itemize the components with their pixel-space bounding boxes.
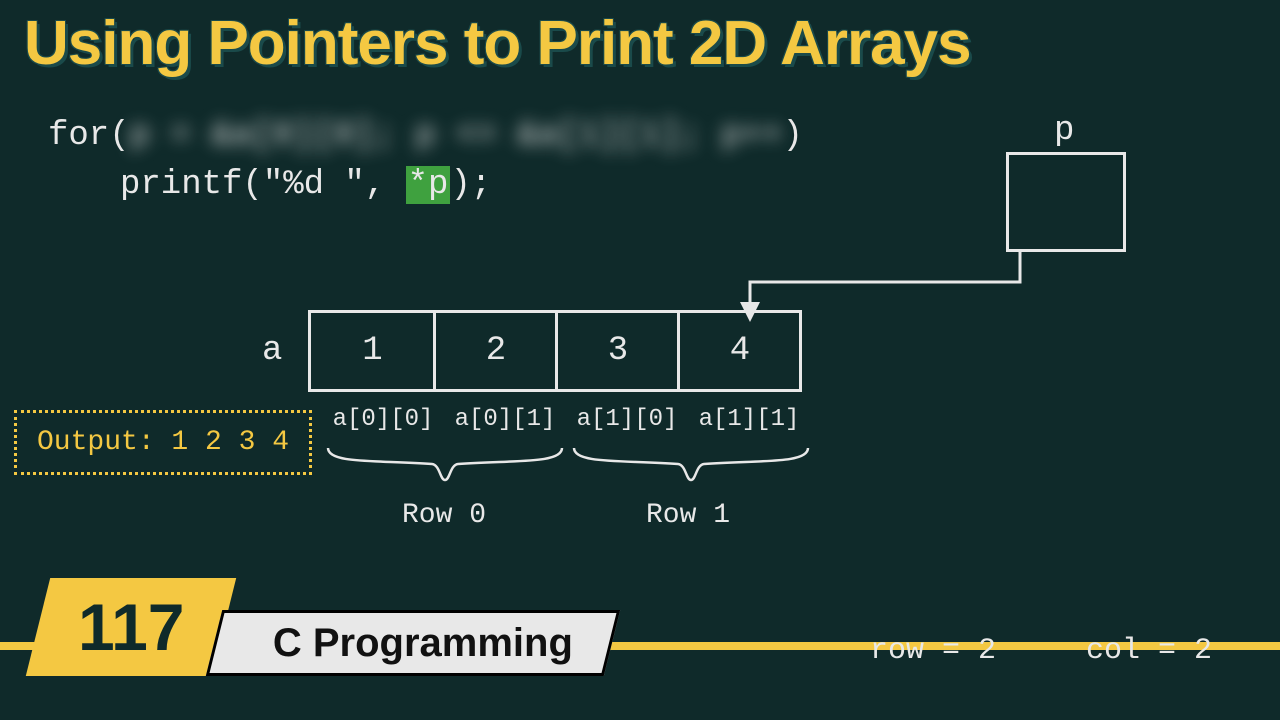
row-labels: Row 0 Row 1 bbox=[322, 500, 810, 531]
array-cell: 3 bbox=[555, 313, 677, 389]
printf-prefix: printf("%d ", bbox=[120, 166, 406, 204]
array-name: a bbox=[262, 332, 282, 370]
index-label: a[1][0] bbox=[566, 406, 688, 433]
pointer-label: p bbox=[1054, 112, 1074, 150]
paren-close: ) bbox=[783, 117, 803, 155]
pointer-box bbox=[1006, 152, 1126, 252]
rowcol-info: row = 2 col = 2 bbox=[870, 634, 1212, 668]
course-title: C Programming bbox=[273, 621, 573, 666]
index-label: a[0][1] bbox=[444, 406, 566, 433]
code-line-for: for(p = &a[0][0]; p <= &a[1][1]; p++) bbox=[48, 112, 803, 161]
printf-suffix: ); bbox=[450, 166, 491, 204]
index-label: a[0][0] bbox=[322, 406, 444, 433]
col-value: col = 2 bbox=[1086, 634, 1212, 668]
course-title-box: C Programming bbox=[206, 610, 621, 676]
row-value: row = 2 bbox=[870, 634, 996, 668]
code-block: for(p = &a[0][0]; p <= &a[1][1]; p++) pr… bbox=[48, 112, 803, 211]
array-cell: 2 bbox=[433, 313, 555, 389]
blurred-condition: p = &a[0][0]; p <= &a[1][1]; p++ bbox=[130, 117, 783, 155]
for-keyword: for( bbox=[48, 117, 130, 155]
output-box: Output: 1 2 3 4 bbox=[14, 410, 312, 475]
row-braces bbox=[322, 442, 814, 492]
slide-title: Using Pointers to Print 2D Arrays bbox=[0, 0, 1280, 79]
row-label: Row 0 bbox=[322, 500, 566, 531]
lesson-number: 117 bbox=[78, 589, 184, 665]
array-diagram: a 1 2 3 4 bbox=[262, 310, 802, 392]
array-cell: 4 bbox=[677, 313, 799, 389]
index-labels: a[0][0] a[0][1] a[1][0] a[1][1] bbox=[322, 406, 810, 433]
lesson-badge: 117 bbox=[26, 578, 236, 676]
array-cells: 1 2 3 4 bbox=[308, 310, 802, 392]
index-label: a[1][1] bbox=[688, 406, 810, 433]
array-cell: 1 bbox=[311, 313, 433, 389]
code-line-printf: printf("%d ", *p); bbox=[48, 161, 803, 210]
printf-star-p: *p bbox=[406, 166, 451, 204]
row-label: Row 1 bbox=[566, 500, 810, 531]
